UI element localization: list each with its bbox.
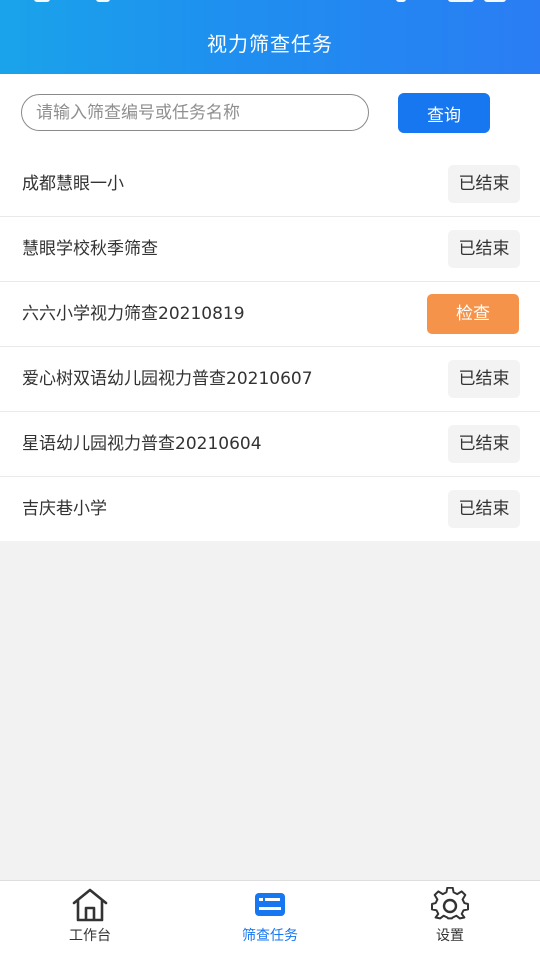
task-row[interactable]: 成都慧眼一小 已结束 [0, 152, 540, 217]
page-title: 视力筛查任务 [207, 32, 333, 56]
gear-icon [431, 887, 469, 920]
wifi-icon [96, 0, 110, 2]
tab-label: 工作台 [69, 928, 111, 944]
tab-screening-tasks[interactable]: 筛查任务 [180, 881, 360, 961]
check-button[interactable]: 检查 [427, 294, 519, 334]
task-list: 成都慧眼一小 已结束 慧眼学校秋季筛查 已结束 六六小学视力筛查20210819… [0, 152, 540, 541]
alarm-icon [396, 0, 406, 2]
task-row[interactable]: 六六小学视力筛查20210819 检查 [0, 282, 540, 347]
task-name: 爱心树双语幼儿园视力普查20210607 [22, 369, 313, 389]
status-bar [0, 0, 540, 10]
header-bar: 视力筛查任务 [0, 0, 540, 74]
task-name: 吉庆巷小学 [22, 499, 107, 519]
task-row[interactable]: 慧眼学校秋季筛查 已结束 [0, 217, 540, 282]
task-status-ended[interactable]: 已结束 [448, 490, 520, 528]
tab-settings[interactable]: 设置 [360, 881, 540, 961]
task-name: 星语幼儿园视力普查20210604 [22, 434, 262, 454]
task-status-ended[interactable]: 已结束 [448, 230, 520, 268]
task-row[interactable]: 爱心树双语幼儿园视力普查20210607 已结束 [0, 347, 540, 412]
tab-label: 设置 [436, 928, 464, 944]
tab-workbench[interactable]: 工作台 [0, 881, 180, 961]
battery-icon [484, 0, 506, 2]
task-row[interactable]: 星语幼儿园视力普查20210604 已结束 [0, 412, 540, 477]
task-name: 成都慧眼一小 [22, 174, 124, 194]
task-status-ended[interactable]: 已结束 [448, 425, 520, 463]
search-bar: 查询 [0, 74, 540, 152]
bottom-tab-bar: 工作台 筛查任务 设置 [0, 880, 540, 961]
task-card-icon [255, 893, 285, 916]
task-name: 慧眼学校秋季筛查 [22, 239, 158, 259]
task-status-ended[interactable]: 已结束 [448, 165, 520, 203]
tab-label: 筛查任务 [242, 928, 298, 944]
task-name: 六六小学视力筛查20210819 [22, 304, 245, 324]
task-status-ended[interactable]: 已结束 [448, 360, 520, 398]
task-row[interactable]: 吉庆巷小学 已结束 [0, 477, 540, 541]
signal-icon [34, 0, 50, 2]
search-input[interactable] [21, 94, 369, 131]
search-button[interactable]: 查询 [398, 93, 490, 133]
home-icon [72, 888, 108, 922]
network-icon [448, 0, 474, 2]
